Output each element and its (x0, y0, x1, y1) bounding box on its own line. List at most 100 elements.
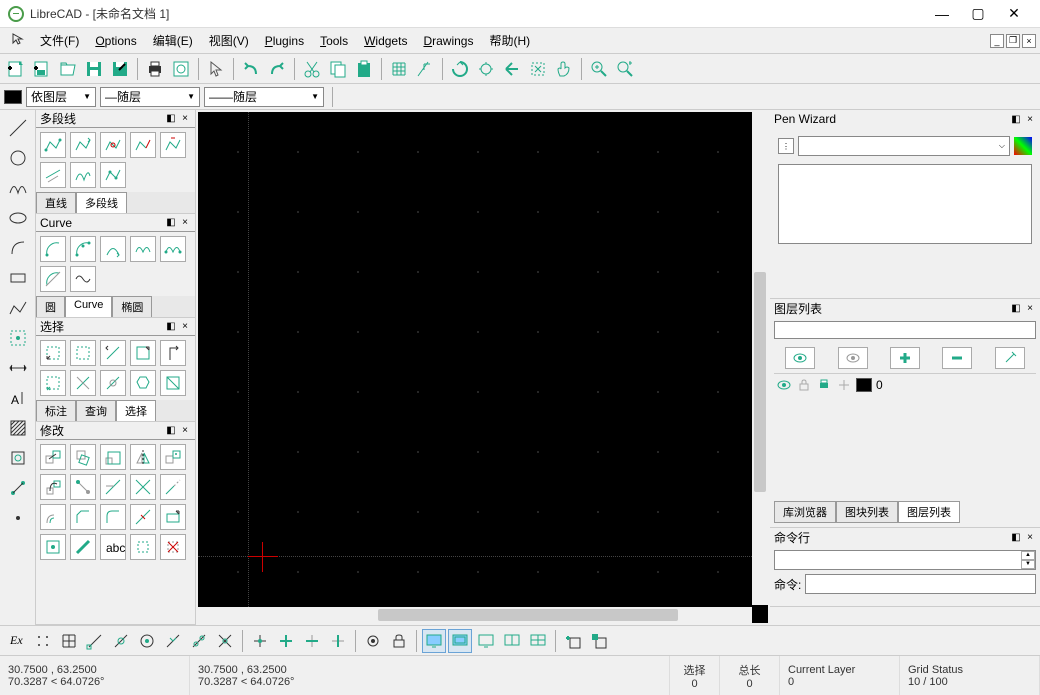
modify-stretch[interactable] (160, 504, 186, 530)
zoom-in-button[interactable] (587, 57, 611, 81)
tab-dim[interactable]: 标注 (36, 400, 76, 421)
rectangle-tool-icon[interactable] (4, 264, 32, 292)
close-icon[interactable]: × (1024, 302, 1036, 314)
layer-remove-button[interactable] (942, 347, 972, 369)
grid-toggle-button[interactable] (387, 57, 411, 81)
menu-file[interactable]: 文件(F) (32, 29, 87, 52)
undock-icon[interactable]: ◧ (1010, 113, 1022, 125)
select-btn-3[interactable] (100, 340, 126, 366)
tab-circle[interactable]: 圆 (36, 296, 65, 317)
snap-distance-button[interactable] (187, 629, 211, 653)
undock-icon[interactable]: ◧ (165, 113, 177, 125)
restrict-ortho-button[interactable] (274, 629, 298, 653)
menu-widgets[interactable]: Widgets (356, 31, 415, 51)
undock-icon[interactable]: ◧ (165, 425, 177, 437)
zoom-auto-button[interactable] (474, 57, 498, 81)
add-view-button[interactable] (561, 629, 585, 653)
close-icon[interactable]: × (1024, 113, 1036, 125)
modify-lengthen[interactable] (160, 474, 186, 500)
modify-attr[interactable] (70, 534, 96, 560)
color-combo[interactable]: 依图层▼ (26, 87, 96, 107)
open-button[interactable] (56, 57, 80, 81)
pen-color-select[interactable]: ⌵ (798, 136, 1010, 156)
polyline-btn-8[interactable] (100, 162, 126, 188)
snap-endpoint-button[interactable] (83, 629, 107, 653)
save-as-button[interactable] (108, 57, 132, 81)
curve-btn-6[interactable] (40, 266, 66, 292)
select-btn-9[interactable] (130, 370, 156, 396)
modify-divide[interactable] (130, 504, 156, 530)
modify-delete[interactable] (160, 534, 186, 560)
select-tool-icon[interactable] (4, 324, 32, 352)
modify-bevel[interactable] (70, 504, 96, 530)
snap-grid-button[interactable] (57, 629, 81, 653)
redo-button[interactable] (265, 57, 289, 81)
print-icon[interactable] (816, 378, 832, 392)
modify-movecopy[interactable] (160, 444, 186, 470)
layer-hide-all-button[interactable] (838, 347, 868, 369)
pen-favorites-list[interactable] (778, 164, 1032, 244)
restrict-horizontal-button[interactable] (300, 629, 324, 653)
snap-exclusive-button[interactable]: Ex (4, 633, 29, 648)
select-btn-6[interactable] (40, 370, 66, 396)
curve-btn-7[interactable] (70, 266, 96, 292)
linetype-combo[interactable]: —— 随层▼ (204, 87, 324, 107)
pen-small-button[interactable]: ⋮ (778, 138, 794, 154)
draft-mode-button[interactable] (413, 57, 437, 81)
modify-round[interactable] (100, 504, 126, 530)
hatch-tool-icon[interactable] (4, 414, 32, 442)
pen-color-swatch-icon[interactable] (1014, 137, 1032, 155)
arc-tool-icon[interactable] (4, 234, 32, 262)
layer-row-0[interactable]: 0 (774, 374, 1036, 396)
vertical-scrollbar[interactable] (752, 112, 768, 605)
layer-filter-input[interactable] (774, 321, 1036, 339)
select-btn-2[interactable] (70, 340, 96, 366)
modify-explode-text[interactable]: abc (100, 534, 126, 560)
layer-edit-button[interactable] (995, 347, 1025, 369)
eye-icon[interactable] (776, 378, 792, 392)
layer-add-button[interactable] (890, 347, 920, 369)
zoom-pan-button[interactable] (552, 57, 576, 81)
spin-down-icon[interactable]: ▼ (1021, 560, 1035, 569)
zoom-previous-button[interactable] (500, 57, 524, 81)
snap-intersection-button[interactable] (213, 629, 237, 653)
snap-middle-button[interactable] (161, 629, 185, 653)
menu-options[interactable]: Options (87, 31, 144, 51)
menu-view[interactable]: 视图(V) (201, 29, 257, 52)
modify-properties[interactable] (40, 534, 66, 560)
tab-select[interactable]: 选择 (116, 400, 156, 421)
curve-btn-5[interactable] (160, 236, 186, 262)
undock-icon[interactable]: ◧ (1010, 531, 1022, 543)
modify-rotate[interactable] (70, 444, 96, 470)
point-tool-icon[interactable] (4, 474, 32, 502)
line-tool-icon[interactable] (4, 114, 32, 142)
save-view-button[interactable] (587, 629, 611, 653)
screen-3-button[interactable] (474, 629, 498, 653)
screen-4-button[interactable] (500, 629, 524, 653)
menu-edit[interactable]: 编辑(E) (145, 29, 201, 52)
select-btn-4[interactable] (130, 340, 156, 366)
command-history[interactable]: ▲▼ (774, 550, 1036, 570)
modify-trim2[interactable] (130, 474, 156, 500)
snap-free-button[interactable] (31, 629, 55, 653)
restrict-nothing-button[interactable] (248, 629, 272, 653)
linewidth-combo[interactable]: — 随层▼ (100, 87, 200, 107)
mdi-close-button[interactable]: × (1022, 34, 1036, 48)
select-btn-10[interactable] (160, 370, 186, 396)
close-icon[interactable]: × (179, 113, 191, 125)
menu-plugins[interactable]: Plugins (257, 31, 312, 51)
maximize-button[interactable]: ▢ (960, 2, 996, 26)
modify-explode[interactable] (130, 534, 156, 560)
relative-zero-button[interactable] (361, 629, 385, 653)
dimension-tool-icon[interactable] (4, 354, 32, 382)
new-from-template-button[interactable] (30, 57, 54, 81)
tab-query[interactable]: 查询 (76, 400, 116, 421)
modify-move[interactable] (40, 444, 66, 470)
curve-btn-1[interactable] (40, 236, 66, 262)
save-button[interactable] (82, 57, 106, 81)
modify-scale[interactable] (100, 444, 126, 470)
cut-button[interactable] (300, 57, 324, 81)
zoom-window-button[interactable] (526, 57, 550, 81)
ellipse-tool-icon[interactable] (4, 204, 32, 232)
close-icon[interactable]: × (179, 217, 191, 229)
